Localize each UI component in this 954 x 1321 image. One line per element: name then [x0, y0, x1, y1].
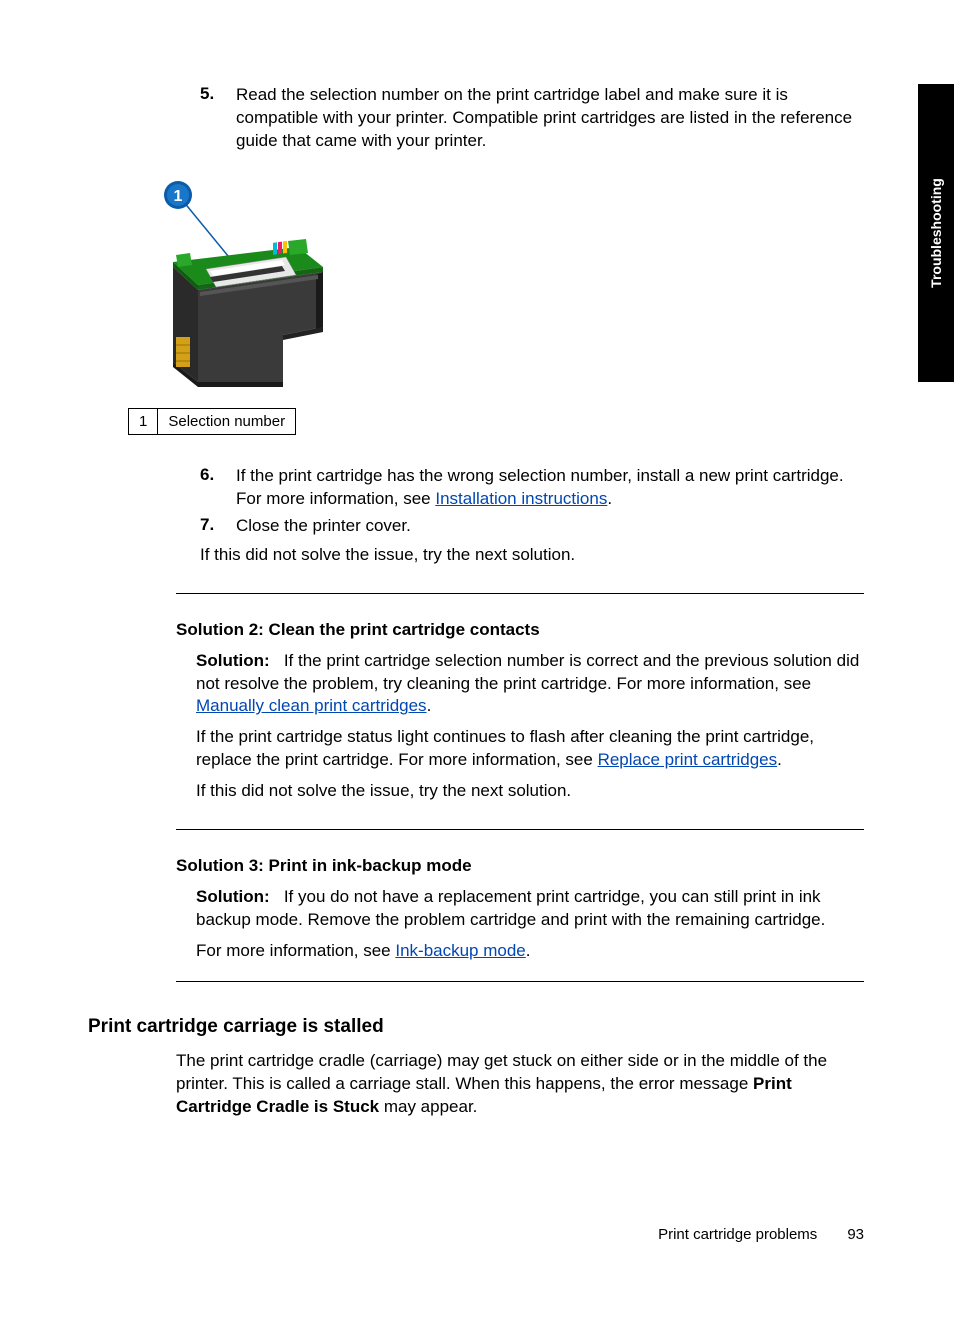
step-7-number: 7.: [200, 515, 236, 538]
solution-3-p2: For more information, see Ink-backup mod…: [196, 940, 864, 963]
section-paragraph: The print cartridge cradle (carriage) ma…: [176, 1050, 864, 1119]
step-6-text-b: .: [607, 489, 612, 508]
callout-table: 1 Selection number: [128, 408, 296, 435]
step-5-number: 5.: [200, 84, 236, 153]
step-7-text: Close the printer cover.: [236, 515, 864, 538]
solution-2-title: Solution 2: Clean the print cartridge co…: [176, 620, 864, 640]
solution-3-p1: Solution: If you do not have a replaceme…: [196, 886, 864, 932]
solution-2-p3: If this did not solve the issue, try the…: [196, 780, 864, 803]
solution-2-p1: Solution: If the print cartridge selecti…: [196, 650, 864, 719]
section-heading: Print cartridge carriage is stalled: [88, 1016, 864, 1038]
solution-3-p2a: For more information, see: [196, 941, 395, 960]
solution-3-lead: Solution:: [196, 887, 270, 906]
solution-3-p1-text: If you do not have a replacement print c…: [196, 887, 825, 929]
ink-backup-link[interactable]: Ink-backup mode: [395, 941, 525, 960]
page-footer: Print cartridge problems 93: [88, 1226, 864, 1243]
side-tab-troubleshooting: Troubleshooting: [918, 84, 954, 382]
section-p-a: The print cartridge cradle (carriage) ma…: [176, 1051, 827, 1093]
footer-page-number: 93: [847, 1226, 864, 1243]
manually-clean-link[interactable]: Manually clean print cartridges: [196, 696, 427, 715]
solution-2-p1a: If the print cartridge selection number …: [196, 651, 859, 693]
step-5: 5. Read the selection number on the prin…: [200, 84, 864, 153]
solution-2-p1b: .: [427, 696, 432, 715]
callout-num: 1: [129, 408, 158, 434]
replace-cartridges-link[interactable]: Replace print cartridges: [598, 750, 778, 769]
cartridge-illustration: 1: [128, 177, 348, 402]
step-6-text: If the print cartridge has the wrong sel…: [236, 465, 864, 511]
solution-2-lead: Solution:: [196, 651, 270, 670]
cartridge-figure: 1: [128, 177, 864, 435]
separator-3: [176, 981, 864, 982]
solution-2-p2b: .: [777, 750, 782, 769]
step-6: 6. If the print cartridge has the wrong …: [200, 465, 864, 511]
step-7: 7. Close the printer cover.: [200, 515, 864, 538]
separator-1: [176, 593, 864, 594]
step-5-text: Read the selection number on the print c…: [236, 84, 864, 153]
side-tab-label: Troubleshooting: [928, 178, 944, 288]
separator-2: [176, 829, 864, 830]
footer-section: Print cartridge problems: [658, 1226, 817, 1243]
step-6-number: 6.: [200, 465, 236, 511]
section-p-b: may appear.: [379, 1097, 477, 1116]
solution-3-p2b: .: [526, 941, 531, 960]
solution-3-title: Solution 3: Print in ink-backup mode: [176, 856, 864, 876]
callout-bubble-number: 1: [174, 188, 183, 205]
solution-2-p2: If the print cartridge status light cont…: [196, 726, 864, 772]
after-steps-text: If this did not solve the issue, try the…: [200, 544, 864, 567]
installation-instructions-link[interactable]: Installation instructions: [435, 489, 607, 508]
callout-label: Selection number: [158, 408, 296, 434]
